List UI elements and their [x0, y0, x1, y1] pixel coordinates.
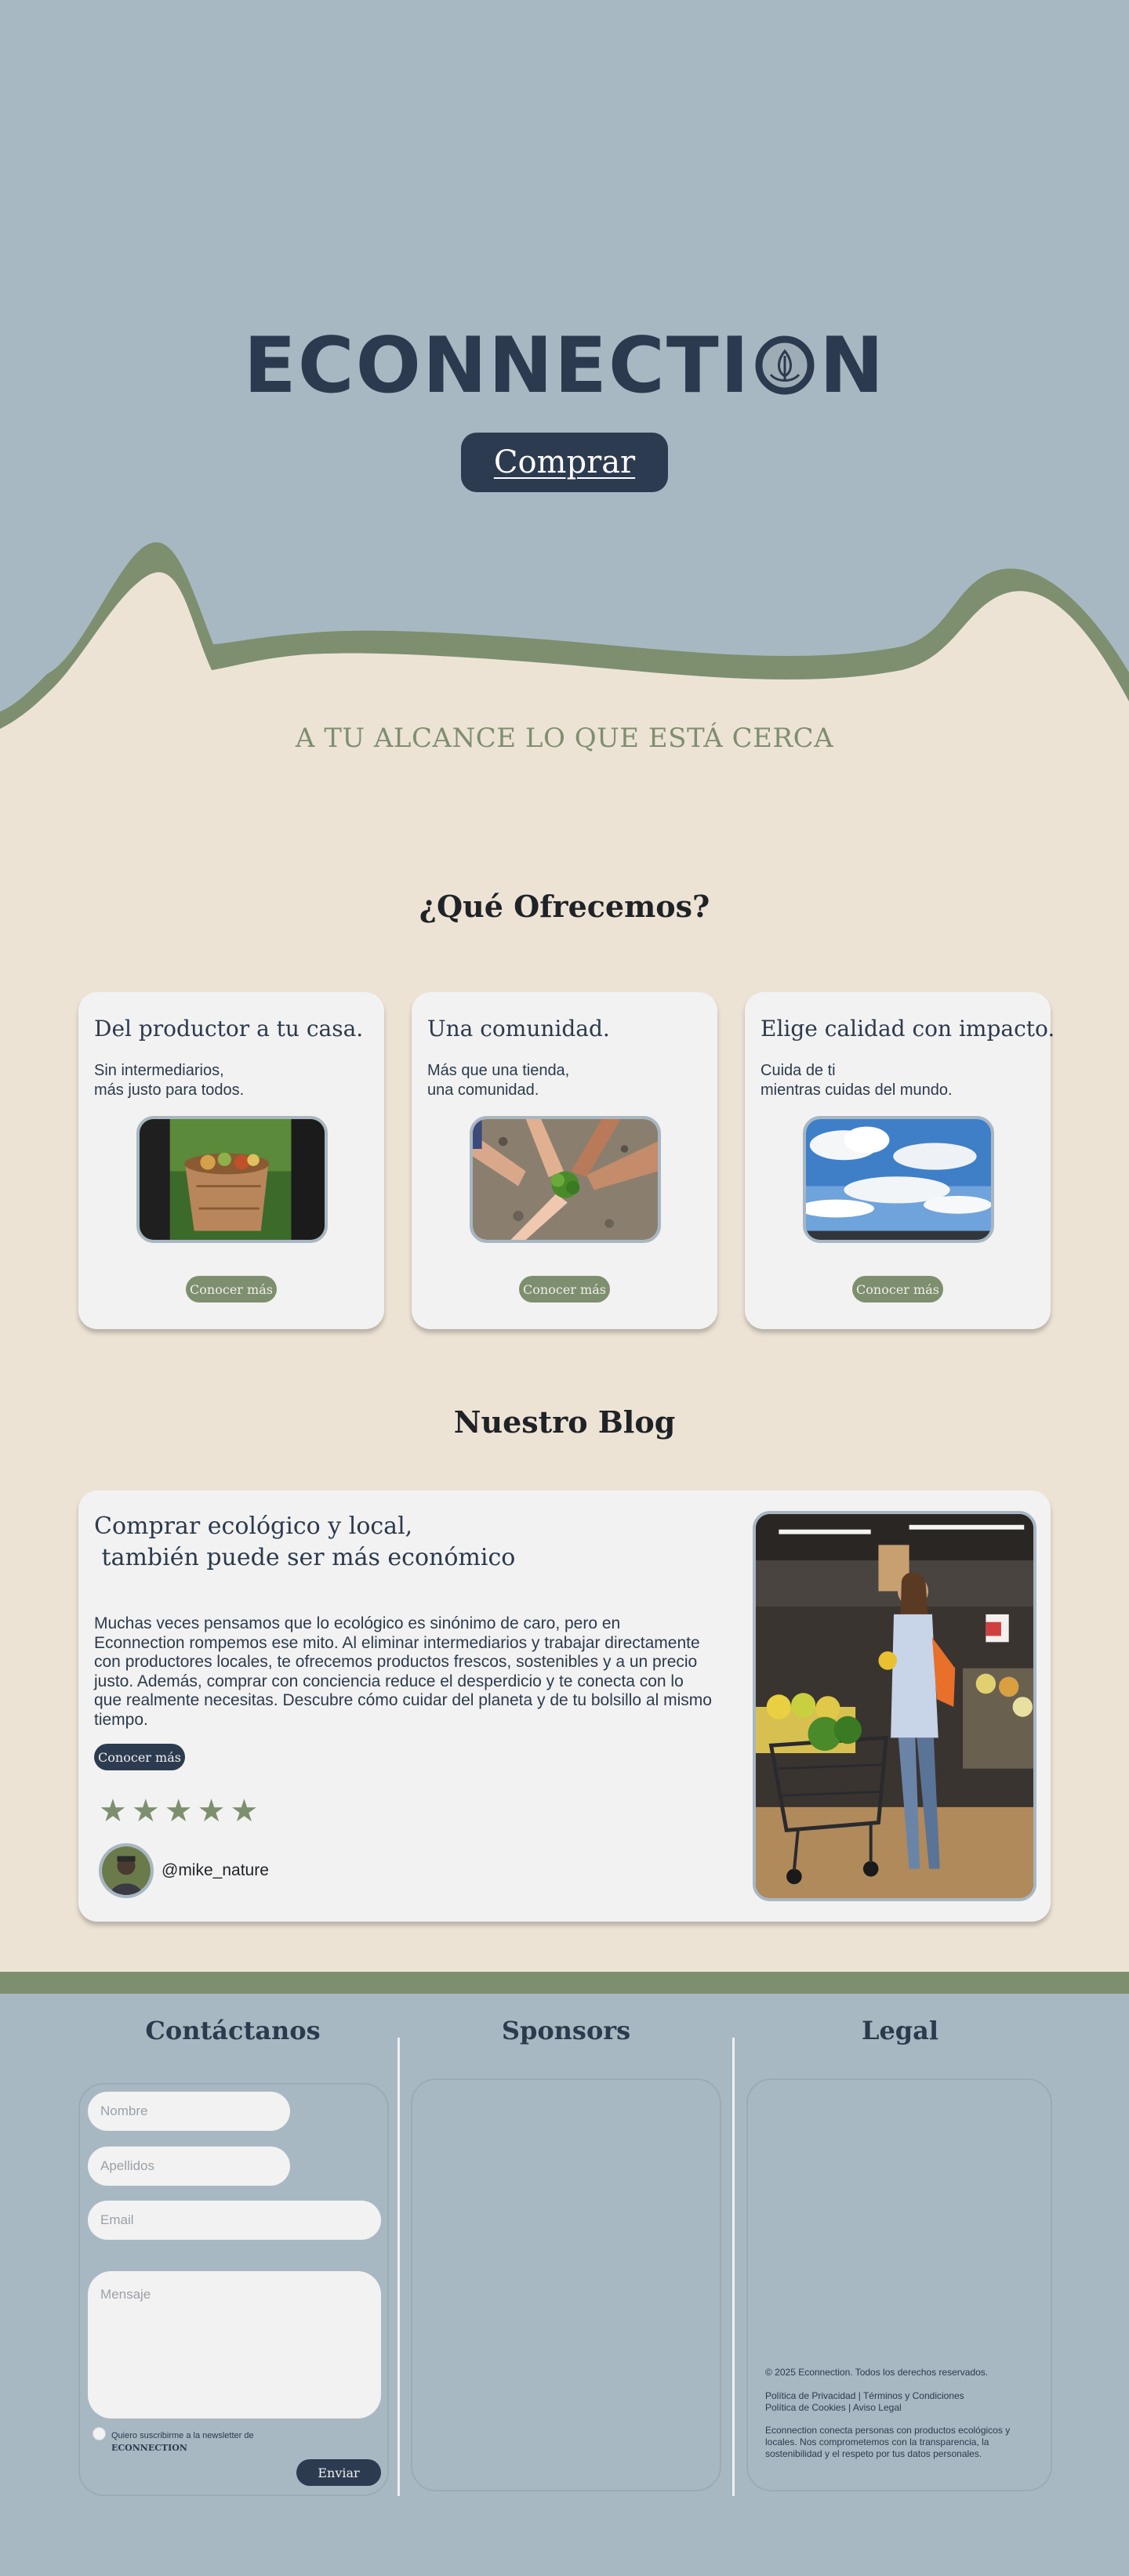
brand-logo: ECONNECTI N	[0, 321, 1129, 411]
vegetable-basket-image	[136, 1116, 328, 1243]
avatar	[99, 1843, 154, 1898]
about-line: Econnection conecta personas con product…	[765, 2425, 1011, 2436]
sponsors-box	[411, 2078, 721, 2491]
card-desc-line: Cuida de ti	[761, 1062, 836, 1079]
card-title: Una comunidad.	[427, 1016, 610, 1042]
about-text: Econnection conecta personas con product…	[765, 2425, 1032, 2460]
hero-section: ECONNECTI N Comprar A TU ALCANCE LO QUE …	[0, 0, 1129, 784]
blog-post-body: Muchas veces pensamos que lo ecológico e…	[94, 1614, 712, 1729]
card-title: Elige calidad con impacto.	[761, 1016, 1055, 1042]
sky-clouds-image	[803, 1116, 994, 1243]
card-desc-line: más justo para todos.	[94, 1081, 245, 1099]
card-description: Más que una tienda, una comunidad.	[427, 1061, 569, 1100]
footer-accent-strip	[0, 1972, 1129, 1994]
message-field[interactable]	[88, 2271, 381, 2418]
author-handle[interactable]: @mike_nature	[162, 1861, 269, 1880]
name-field[interactable]	[88, 2092, 290, 2131]
brand-text-start: ECONNECTI	[243, 321, 751, 411]
footer-divider	[732, 2038, 735, 2496]
legal-link-line[interactable]: Política de Cookies | Aviso Legal	[765, 2402, 1032, 2414]
leaf-in-circle-icon	[755, 335, 815, 395]
card-desc-line: Sin intermediarios,	[94, 1062, 224, 1079]
legal-link-line[interactable]: Política de Privacidad | Términos y Cond…	[765, 2390, 1032, 2402]
brand-text-end: N	[819, 321, 886, 411]
tagline: A TU ALCANCE LO QUE ESTÁ CERCA	[295, 723, 834, 754]
newsletter-checkbox[interactable]	[93, 2427, 106, 2440]
blog-post-card: Comprar ecológico y local, también puede…	[78, 1491, 1051, 1922]
blog-learn-more-button[interactable]: Conocer más	[94, 1744, 185, 1770]
offer-card-producer: Del productor a tu casa. Sin intermediar…	[78, 992, 384, 1329]
footer-divider	[398, 2038, 400, 2496]
about-line: sostenibilidad y el respeto por tus dato…	[765, 2448, 982, 2459]
card-desc-line: Más que una tienda,	[427, 1062, 570, 1079]
offer-card-community: Una comunidad. Más que una tienda, una c…	[412, 992, 717, 1329]
offer-title: ¿Qué Ofrecemos?	[419, 889, 710, 924]
card-desc-line: una comunidad.	[427, 1081, 539, 1099]
about-line: locales. Nos comprometemos con la transp…	[765, 2437, 989, 2447]
newsletter-brand: ECONNECTION	[111, 2443, 187, 2453]
card-description: Sin intermediarios, más justo para todos…	[94, 1061, 244, 1100]
card-desc-line: mientras cuidas del mundo.	[761, 1081, 953, 1099]
blog-title: Nuestro Blog	[453, 1404, 676, 1440]
learn-more-button[interactable]: Conocer más	[852, 1276, 943, 1302]
contact-title: Contáctanos	[145, 2016, 321, 2045]
newsletter-text: Quiero suscribirme a la newsletter de	[111, 2431, 254, 2440]
rating-stars: ★★★★★	[99, 1794, 263, 1828]
learn-more-button[interactable]: Conocer más	[186, 1276, 277, 1302]
newsletter-label: Quiero suscribirme a la newsletter de EC…	[111, 2429, 254, 2455]
grocery-shopping-image	[753, 1511, 1036, 1901]
email-field[interactable]	[88, 2201, 381, 2240]
legal-links: Política de Privacidad | Términos y Cond…	[765, 2390, 1032, 2414]
sponsors-title: Sponsors	[501, 2016, 631, 2045]
card-description: Cuida de ti mientras cuidas del mundo.	[761, 1061, 953, 1100]
blog-author: @mike_nature	[99, 1843, 269, 1898]
blog-heading-line: Comprar ecológico y local,	[94, 1513, 413, 1540]
offer-card-quality: Elige calidad con impacto. Cuida de ti m…	[745, 992, 1055, 1329]
send-button[interactable]: Enviar	[296, 2459, 381, 2486]
blog-heading-line: también puede ser más económico	[94, 1544, 516, 1571]
hands-planting-image	[470, 1116, 661, 1243]
buy-button[interactable]: Comprar	[461, 433, 668, 492]
blog-post-heading: Comprar ecológico y local, también puede…	[94, 1511, 515, 1574]
card-title: Del productor a tu casa.	[94, 1016, 364, 1042]
learn-more-button[interactable]: Conocer más	[519, 1276, 610, 1302]
legal-title: Legal	[861, 2016, 939, 2045]
surname-field[interactable]	[88, 2147, 290, 2186]
copyright-text: © 2025 Econnection. Todos los derechos r…	[765, 2367, 989, 2378]
